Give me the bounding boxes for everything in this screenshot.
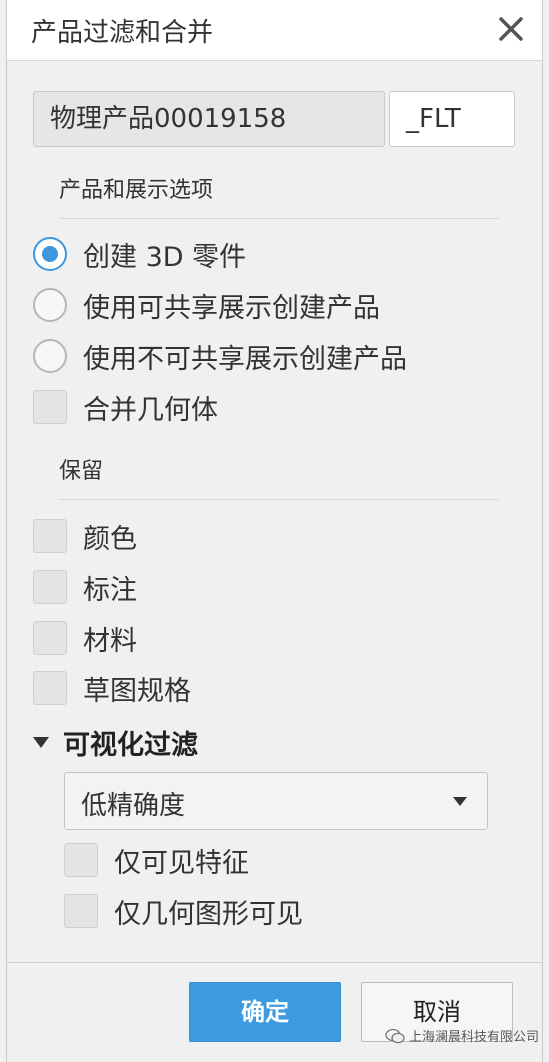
checkbox[interactable] — [64, 894, 98, 928]
radio-label: 使用不可共享展示创建产品 — [83, 343, 407, 375]
title-bar: 产品过滤和合并 — [7, 0, 542, 61]
radio-button-selected[interactable] — [33, 237, 67, 271]
checkbox-label: 标注 — [83, 574, 137, 606]
dropdown-value: 低精确度 — [81, 791, 186, 821]
product-options-divider — [59, 218, 499, 219]
watermark-text: 上海澜晨科技有限公司 — [409, 1030, 540, 1045]
collapse-triangle-icon — [33, 736, 49, 748]
checkbox-merge-geometry[interactable]: 合并几何体 — [33, 387, 218, 427]
radio-button[interactable] — [33, 339, 67, 373]
checkbox-sketch-spec[interactable]: 草图规格 — [33, 668, 191, 708]
radio-shareable-representation[interactable]: 使用可共享展示创建产品 — [33, 285, 380, 325]
checkbox[interactable] — [33, 621, 67, 655]
radio-create-3d-part[interactable]: 创建 3D 零件 — [33, 234, 246, 274]
close-button[interactable] — [494, 12, 528, 46]
checkbox-material[interactable]: 材料 — [33, 618, 137, 658]
checkbox-color[interactable]: 颜色 — [33, 516, 137, 556]
wechat-icon — [385, 1028, 405, 1043]
close-icon — [499, 17, 523, 41]
visual-filter-header: 可视化过滤 — [63, 729, 198, 761]
checkbox-label: 合并几何体 — [83, 394, 218, 426]
checkbox[interactable] — [33, 570, 67, 604]
checkbox[interactable] — [64, 843, 98, 877]
chevron-down-icon — [453, 797, 467, 806]
checkbox[interactable] — [33, 390, 67, 424]
checkbox-label: 草图规格 — [83, 675, 191, 707]
precision-dropdown[interactable]: 低精确度 — [64, 772, 488, 830]
checkbox-label: 仅可见特征 — [114, 847, 249, 879]
ok-button[interactable]: 确定 — [189, 982, 341, 1042]
checkbox-label: 材料 — [83, 625, 137, 657]
footer-divider — [7, 962, 542, 963]
checkbox[interactable] — [33, 671, 67, 705]
radio-label: 创建 3D 零件 — [83, 241, 247, 273]
checkbox-label: 仅几何图形可见 — [114, 898, 303, 930]
watermark: 上海澜晨科技有限公司 — [385, 1026, 539, 1045]
retain-header: 保留 — [59, 459, 104, 484]
radio-label: 使用可共享展示创建产品 — [83, 292, 380, 324]
checkbox-visible-geometry-only[interactable]: 仅几何图形可见 — [64, 891, 303, 931]
product-options-header: 产品和展示选项 — [59, 178, 214, 203]
dialog-title: 产品过滤和合并 — [31, 18, 214, 48]
radio-non-shareable-representation[interactable]: 使用不可共享展示创建产品 — [33, 336, 407, 376]
retain-divider — [59, 499, 499, 500]
checkbox-visible-features-only[interactable]: 仅可见特征 — [64, 840, 249, 880]
product-name-field[interactable]: 物理产品00019158 — [33, 91, 385, 147]
checkbox-annotation[interactable]: 标注 — [33, 567, 137, 607]
checkbox-label: 颜色 — [83, 523, 137, 555]
name-suffix-field[interactable]: _FLT — [389, 91, 515, 147]
filter-merge-dialog: 产品过滤和合并 物理产品00019158 _FLT 产品和展示选项 创建 3D … — [6, 0, 543, 1062]
radio-button[interactable] — [33, 288, 67, 322]
visual-filter-toggle[interactable]: 可视化过滤 — [33, 722, 198, 762]
checkbox[interactable] — [33, 519, 67, 553]
